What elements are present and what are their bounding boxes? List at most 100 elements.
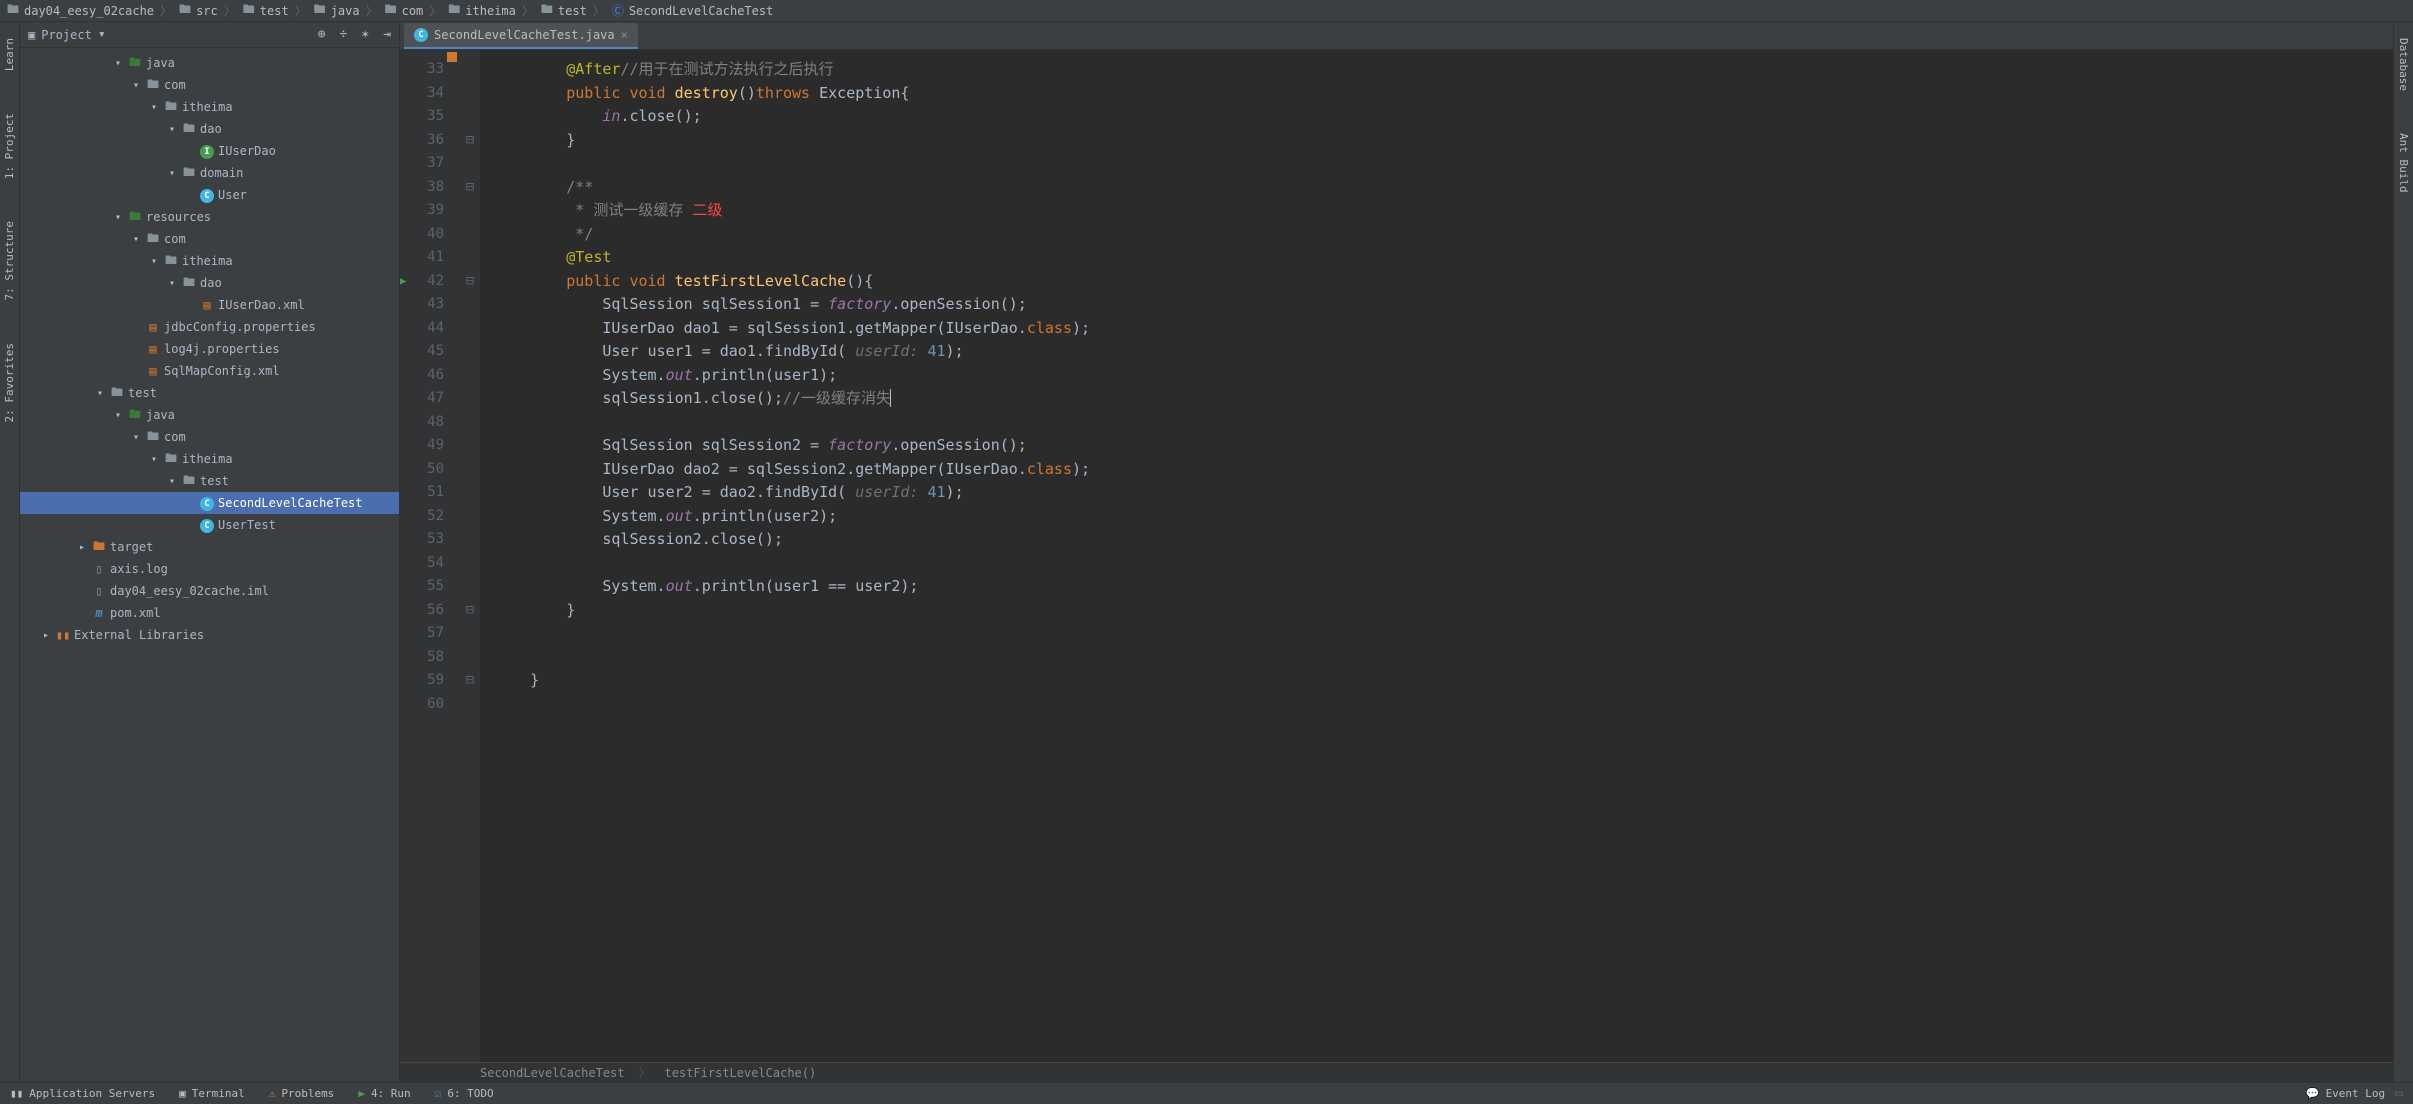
code-line[interactable]: @After//用于在测试方法执行之后执行 [480, 58, 2393, 82]
tree-item[interactable]: ▤IUserDao.xml [20, 294, 399, 316]
code-line[interactable]: @Test [480, 246, 2393, 270]
code-line[interactable]: System.out.println(user1 == user2); [480, 575, 2393, 599]
tree-item[interactable]: ▤log4j.properties [20, 338, 399, 360]
tree-item[interactable]: ▾🖿test [20, 470, 399, 492]
bottom-tool-button[interactable]: ⚠Problems [269, 1087, 335, 1100]
code-line[interactable]: User user2 = dao2.findById( userId: 41); [480, 481, 2393, 505]
code-line[interactable] [480, 646, 2393, 670]
close-icon[interactable]: × [621, 28, 628, 42]
editor-breadcrumb-item[interactable]: SecondLevelCacheTest [480, 1066, 625, 1080]
collapse-icon[interactable]: ÷ [340, 27, 348, 42]
tree-item[interactable]: ▤SqlMapConfig.xml [20, 360, 399, 382]
tree-item[interactable]: ▾🖿dao [20, 118, 399, 140]
code-line[interactable]: in.close(); [480, 105, 2393, 129]
bottom-tool-button[interactable]: ▣Terminal [179, 1087, 245, 1100]
fold-icon[interactable]: ⊟ [466, 672, 474, 688]
hide-icon[interactable]: ⇥ [383, 27, 391, 42]
tree-item[interactable]: ▾🖿test [20, 382, 399, 404]
code-line[interactable] [480, 411, 2393, 435]
gear-icon[interactable]: ✶ [361, 27, 369, 42]
breadcrumb-item[interactable]: 🖿test [540, 4, 587, 18]
code-line[interactable]: System.out.println(user2); [480, 505, 2393, 529]
tree-item[interactable]: ▾🖿resources [20, 206, 399, 228]
tree-item[interactable]: IIUserDao [20, 140, 399, 162]
tree-item[interactable]: ▾🖿dao [20, 272, 399, 294]
tree-chevron-icon[interactable]: ▾ [164, 168, 180, 179]
tree-item[interactable]: ▾🖿itheima [20, 96, 399, 118]
tree-item[interactable]: ▾🖿com [20, 426, 399, 448]
tree-item[interactable]: CSecondLevelCacheTest [20, 492, 399, 514]
fold-icon[interactable]: ⊟ [466, 179, 474, 195]
tree-item[interactable]: ▾🖿com [20, 228, 399, 250]
code-line[interactable]: } [480, 129, 2393, 153]
tree-item[interactable]: CUser [20, 184, 399, 206]
tree-item[interactable]: ▾🖿domain [20, 162, 399, 184]
code-editor[interactable]: @After//用于在测试方法执行之后执行 public void destro… [480, 50, 2393, 1062]
code-line[interactable]: IUserDao dao2 = sqlSession2.getMapper(IU… [480, 458, 2393, 482]
editor-tab[interactable]: C SecondLevelCacheTest.java × [404, 23, 638, 49]
tree-chevron-icon[interactable]: ▾ [146, 256, 162, 267]
tree-item[interactable]: ▾🖿itheima [20, 448, 399, 470]
breadcrumb-item[interactable]: 🖿itheima [447, 4, 516, 18]
project-tree[interactable]: ▾🖿java▾🖿com▾🖿itheima▾🖿daoIIUserDao▾🖿doma… [20, 48, 399, 1082]
code-line[interactable]: IUserDao dao1 = sqlSession1.getMapper(IU… [480, 317, 2393, 341]
code-line[interactable]: SqlSession sqlSession2 = factory.openSes… [480, 434, 2393, 458]
code-line[interactable]: sqlSession2.close(); [480, 528, 2393, 552]
editor-breadcrumb-item[interactable]: testFirstLevelCache() [665, 1066, 817, 1080]
breadcrumb-item[interactable]: 🖿java [313, 4, 360, 18]
bottom-tool-button[interactable]: ▮▮Application Servers [10, 1087, 155, 1100]
tree-chevron-icon[interactable]: ▸ [38, 630, 54, 641]
tree-item[interactable]: mpom.xml [20, 602, 399, 624]
code-line[interactable]: */ [480, 223, 2393, 247]
code-line[interactable]: } [480, 599, 2393, 623]
tool-window-tab[interactable]: Learn [1, 32, 18, 77]
tree-item[interactable]: ▾🖿java [20, 404, 399, 426]
code-line[interactable]: public void testFirstLevelCache(){ [480, 270, 2393, 294]
bottom-tool-button[interactable]: ☑6: TODO [435, 1087, 494, 1100]
tree-chevron-icon[interactable]: ▾ [110, 410, 126, 421]
tree-item[interactable]: ▾🖿itheima [20, 250, 399, 272]
code-line[interactable]: * 测试一级缓存 二级 [480, 199, 2393, 223]
tree-item[interactable]: ▸🖿target [20, 536, 399, 558]
breadcrumb-item[interactable]: 🖿src [178, 4, 218, 18]
tree-chevron-icon[interactable]: ▾ [146, 102, 162, 113]
tree-item[interactable]: ▯axis.log [20, 558, 399, 580]
tree-item[interactable]: ▯day04_eesy_02cache.iml [20, 580, 399, 602]
bottom-tool-button[interactable]: ▶4: Run [358, 1087, 410, 1100]
breadcrumb-item[interactable]: 🖿day04_eesy_02cache [6, 4, 154, 18]
fold-icon[interactable]: ⊟ [466, 132, 474, 148]
tree-chevron-icon[interactable]: ▾ [146, 454, 162, 465]
code-line[interactable]: /** [480, 176, 2393, 200]
code-line[interactable]: SqlSession sqlSession1 = factory.openSes… [480, 293, 2393, 317]
locate-icon[interactable]: ⊕ [318, 27, 326, 42]
tree-chevron-icon[interactable]: ▸ [74, 542, 90, 553]
tree-item[interactable]: ▾🖿java [20, 52, 399, 74]
tool-window-tab[interactable]: 7: Structure [1, 215, 18, 306]
tree-item[interactable]: ▤jdbcConfig.properties [20, 316, 399, 338]
breadcrumb-item[interactable]: 🖿test [242, 4, 289, 18]
tree-chevron-icon[interactable]: ▾ [110, 58, 126, 69]
tool-window-tab[interactable]: 2: Favorites [1, 337, 18, 428]
code-line[interactable]: sqlSession1.close();//一级缓存消失 [480, 387, 2393, 411]
fold-icon[interactable]: ⊟ [466, 602, 474, 618]
code-line[interactable]: System.out.println(user1); [480, 364, 2393, 388]
tree-chevron-icon[interactable]: ▾ [128, 234, 144, 245]
code-line[interactable] [480, 693, 2393, 717]
tree-chevron-icon[interactable]: ▾ [128, 80, 144, 91]
breadcrumb-item[interactable]: 🖿com [384, 4, 424, 18]
warning-marker-icon[interactable] [447, 52, 457, 62]
code-line[interactable] [480, 152, 2393, 176]
code-line[interactable] [480, 552, 2393, 576]
tree-chevron-icon[interactable]: ▾ [164, 476, 180, 487]
tool-window-tab[interactable]: Ant Build [2395, 127, 2412, 199]
tree-item[interactable]: CUserTest [20, 514, 399, 536]
tree-chevron-icon[interactable]: ▾ [92, 388, 108, 399]
dropdown-chevron-icon[interactable]: ▾ [98, 27, 106, 42]
run-gutter-icon[interactable]: ▶ [400, 270, 406, 294]
tree-item[interactable]: ▸▮▮External Libraries [20, 624, 399, 646]
fold-icon[interactable]: ⊟ [466, 273, 474, 289]
tool-window-tab[interactable]: 1: Project [1, 107, 18, 185]
tool-window-tab[interactable]: Database [2395, 32, 2412, 97]
tree-chevron-icon[interactable]: ▾ [164, 278, 180, 289]
breadcrumb-item[interactable]: ⒸSecondLevelCacheTest [611, 4, 774, 18]
